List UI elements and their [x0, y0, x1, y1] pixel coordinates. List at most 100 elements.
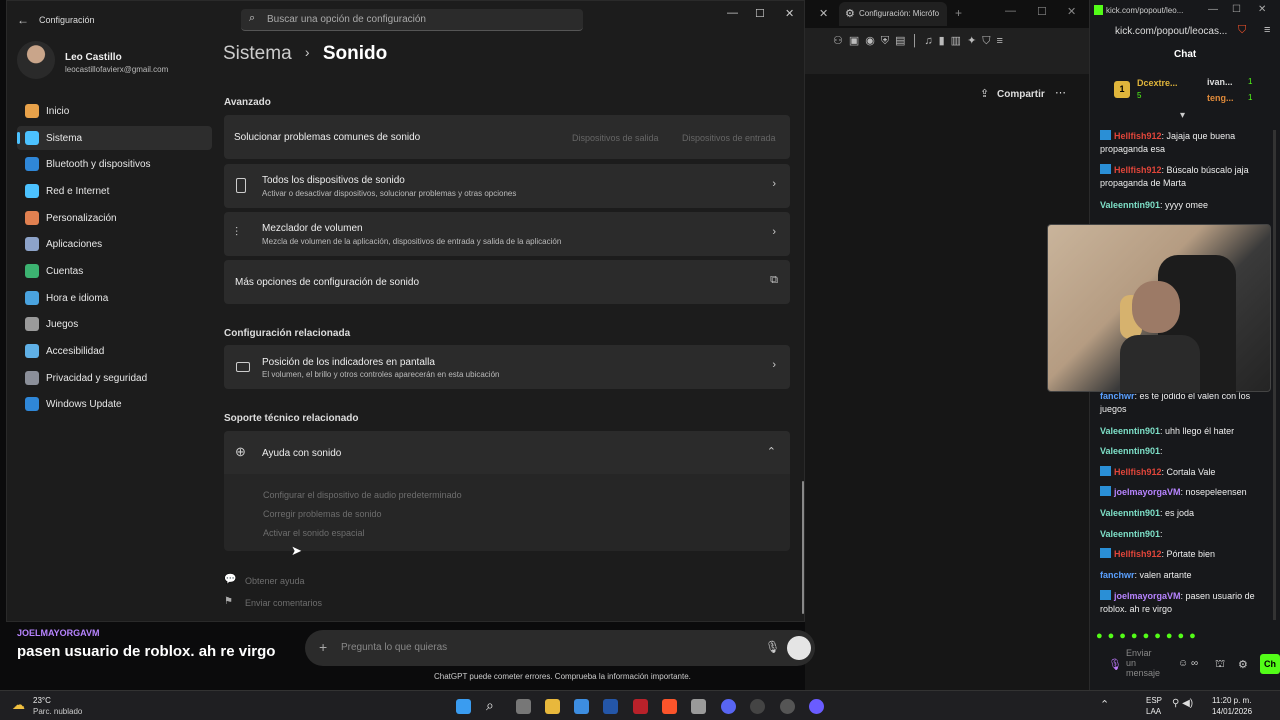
- mixer-subtitle: Mezcla de volumen de la aplicación, disp…: [262, 237, 562, 246]
- breadcrumb-parent[interactable]: Sistema: [223, 43, 292, 64]
- sidebar-item-7[interactable]: Hora e idioma: [17, 286, 212, 310]
- language-primary[interactable]: ESP: [1146, 696, 1162, 705]
- scrollbar[interactable]: [802, 481, 804, 614]
- close-icon[interactable]: ✕: [1067, 5, 1076, 18]
- url-bar[interactable]: kick.com/popout/leocas...: [1115, 26, 1227, 37]
- menu-icon[interactable]: ≡: [1264, 24, 1270, 36]
- task-view-icon[interactable]: [516, 699, 531, 714]
- chevron-up-icon[interactable]: ⌃: [767, 445, 776, 458]
- external-link-icon: ⧉: [770, 274, 778, 286]
- help-link[interactable]: Configurar el dispositivo de audio prede…: [263, 490, 462, 500]
- emote-bar[interactable]: ●●●●●●●●●: [1096, 630, 1201, 642]
- chat-username[interactable]: Hellfish912: [1114, 165, 1162, 175]
- chat-username[interactable]: Valeenntin901: [1100, 529, 1160, 539]
- troubleshoot-row[interactable]: Solucionar problemas comunes de sonido D…: [224, 115, 790, 159]
- filter-icon[interactable]: ▾: [1180, 110, 1185, 121]
- close-tab-icon[interactable]: ✕: [819, 7, 828, 20]
- back-arrow-icon[interactable]: ←: [17, 13, 29, 27]
- sidebar-item-4[interactable]: Personalización: [17, 206, 212, 230]
- app-icon[interactable]: [750, 699, 765, 714]
- chat-username[interactable]: joelmayorgaVM: [1114, 591, 1181, 601]
- sidebar-item-0[interactable]: Inicio: [17, 99, 212, 123]
- sidebar-item-10[interactable]: Privacidad y seguridad: [17, 366, 212, 390]
- microphone-icon[interactable]: 🎙: [765, 640, 780, 654]
- brave-browser-icon[interactable]: [662, 699, 677, 714]
- close-icon[interactable]: ✕: [785, 7, 794, 20]
- nav-icon: [25, 397, 39, 411]
- chatgpt-input[interactable]: + Pregunta lo que quieras 🎙: [305, 630, 815, 666]
- voice-button[interactable]: [787, 636, 811, 660]
- more-icon[interactable]: ⋯: [1055, 86, 1066, 99]
- chat-username[interactable]: Hellfish912: [1114, 549, 1162, 559]
- chat-text: : Pórtate bien: [1161, 549, 1216, 559]
- toolbar-icons[interactable]: ⚇▣◉⛨▤│♫▮▥✦⛉≡: [833, 34, 1009, 48]
- network-icon[interactable]: ⚲ ◀): [1172, 698, 1193, 709]
- chat-scrollbar[interactable]: [1273, 130, 1276, 620]
- chat-message: fanchwr: es te jodido el valen con los j…: [1100, 390, 1265, 416]
- chat-username[interactable]: Valeenntin901: [1100, 426, 1160, 436]
- app-icon[interactable]: [633, 699, 648, 714]
- close-icon[interactable]: ✕: [1258, 4, 1266, 15]
- chat-username[interactable]: Valeenntin901: [1100, 508, 1160, 518]
- minimize-icon[interactable]: —: [1208, 4, 1218, 15]
- app-icon[interactable]: [780, 699, 795, 714]
- clock-time[interactable]: 11:20 p. m.: [1212, 696, 1251, 705]
- discord-icon[interactable]: [721, 699, 736, 714]
- input-devices-button[interactable]: Dispositivos de entrada: [682, 133, 776, 143]
- share-button[interactable]: Compartir: [997, 89, 1045, 100]
- chat-username[interactable]: joelmayorgaVM: [1114, 487, 1181, 497]
- search-input[interactable]: ⌕ Buscar una opción de configuración: [241, 9, 583, 31]
- plus-icon[interactable]: +: [319, 639, 327, 655]
- app-icon[interactable]: [603, 699, 618, 714]
- maximize-icon[interactable]: ☐: [755, 7, 765, 20]
- sidebar-item-8[interactable]: Juegos: [17, 312, 212, 336]
- language-secondary[interactable]: LAA: [1146, 707, 1161, 716]
- volume-mixer-row[interactable]: ⫶ Mezclador de volumen Mezcla de volumen…: [224, 212, 790, 256]
- browser-tab[interactable]: ⚙ Configuración: Micrófo: [839, 2, 947, 26]
- file-explorer-icon[interactable]: [545, 699, 560, 714]
- chat-username[interactable]: fanchwr: [1100, 570, 1135, 580]
- minimize-icon[interactable]: —: [727, 7, 738, 19]
- chat-message: joelmayorgaVM: nosepeleensen: [1100, 486, 1265, 499]
- emote-icon[interactable]: ☺ ∞: [1178, 658, 1198, 669]
- help-link[interactable]: Activar el sonido espacial: [263, 528, 365, 538]
- indicator-position-row[interactable]: Posición de los indicadores en pantalla …: [224, 345, 790, 389]
- sidebar-item-5[interactable]: Aplicaciones: [17, 232, 212, 256]
- clock-date[interactable]: 14/01/2026: [1212, 707, 1252, 716]
- maximize-icon[interactable]: ☐: [1037, 5, 1047, 18]
- send-message-input[interactable]: Enviar un mensaje: [1126, 648, 1160, 678]
- microphone-icon[interactable]: 🎙: [1108, 658, 1122, 671]
- sidebar-item-2[interactable]: Bluetooth y dispositivos: [17, 152, 212, 176]
- indicator-title: Posición de los indicadores en pantalla: [262, 357, 435, 368]
- breadcrumb: Sistema › Sonido: [223, 43, 387, 65]
- chat-username[interactable]: Valeenntin901: [1100, 446, 1160, 456]
- tray-chevron-icon[interactable]: ⌃: [1100, 698, 1109, 711]
- search-icon[interactable]: ⌕: [486, 697, 494, 714]
- get-help-link[interactable]: Obtener ayuda: [245, 576, 305, 586]
- all-devices-row[interactable]: Todos los dispositivos de sonido Activar…: [224, 164, 790, 208]
- start-icon[interactable]: [456, 699, 471, 714]
- store-icon[interactable]: [574, 699, 589, 714]
- chat-username[interactable]: Hellfish912: [1114, 131, 1162, 141]
- settings-icon[interactable]: ⚙: [1238, 658, 1248, 671]
- help-link[interactable]: Corregir problemas de sonido: [263, 509, 382, 519]
- share-icon[interactable]: ⇪: [980, 87, 989, 100]
- app-icon[interactable]: [809, 699, 824, 714]
- settings-app-icon[interactable]: [691, 699, 706, 714]
- gift-icon[interactable]: ⛫: [1215, 658, 1225, 672]
- chat-username[interactable]: Hellfish912: [1114, 467, 1162, 477]
- sidebar-item-6[interactable]: Cuentas: [17, 259, 212, 283]
- sidebar-item-9[interactable]: Accesibilidad: [17, 339, 212, 363]
- user-name: Leo Castillo: [65, 52, 122, 63]
- output-devices-button[interactable]: Dispositivos de salida: [572, 133, 659, 143]
- chat-username[interactable]: Valeenntin901: [1100, 200, 1160, 210]
- maximize-icon[interactable]: ☐: [1232, 4, 1241, 15]
- more-options-row[interactable]: Más opciones de configuración de sonido …: [224, 260, 790, 304]
- sidebar-item-11[interactable]: Windows Update: [17, 392, 212, 416]
- sidebar-item-3[interactable]: Red e Internet: [17, 179, 212, 203]
- new-tab-icon[interactable]: +: [955, 6, 962, 20]
- sidebar-item-1[interactable]: Sistema: [17, 126, 212, 150]
- chat-send-button[interactable]: Ch: [1260, 654, 1280, 674]
- feedback-link[interactable]: Enviar comentarios: [245, 598, 322, 608]
- minimize-icon[interactable]: —: [1005, 5, 1016, 17]
